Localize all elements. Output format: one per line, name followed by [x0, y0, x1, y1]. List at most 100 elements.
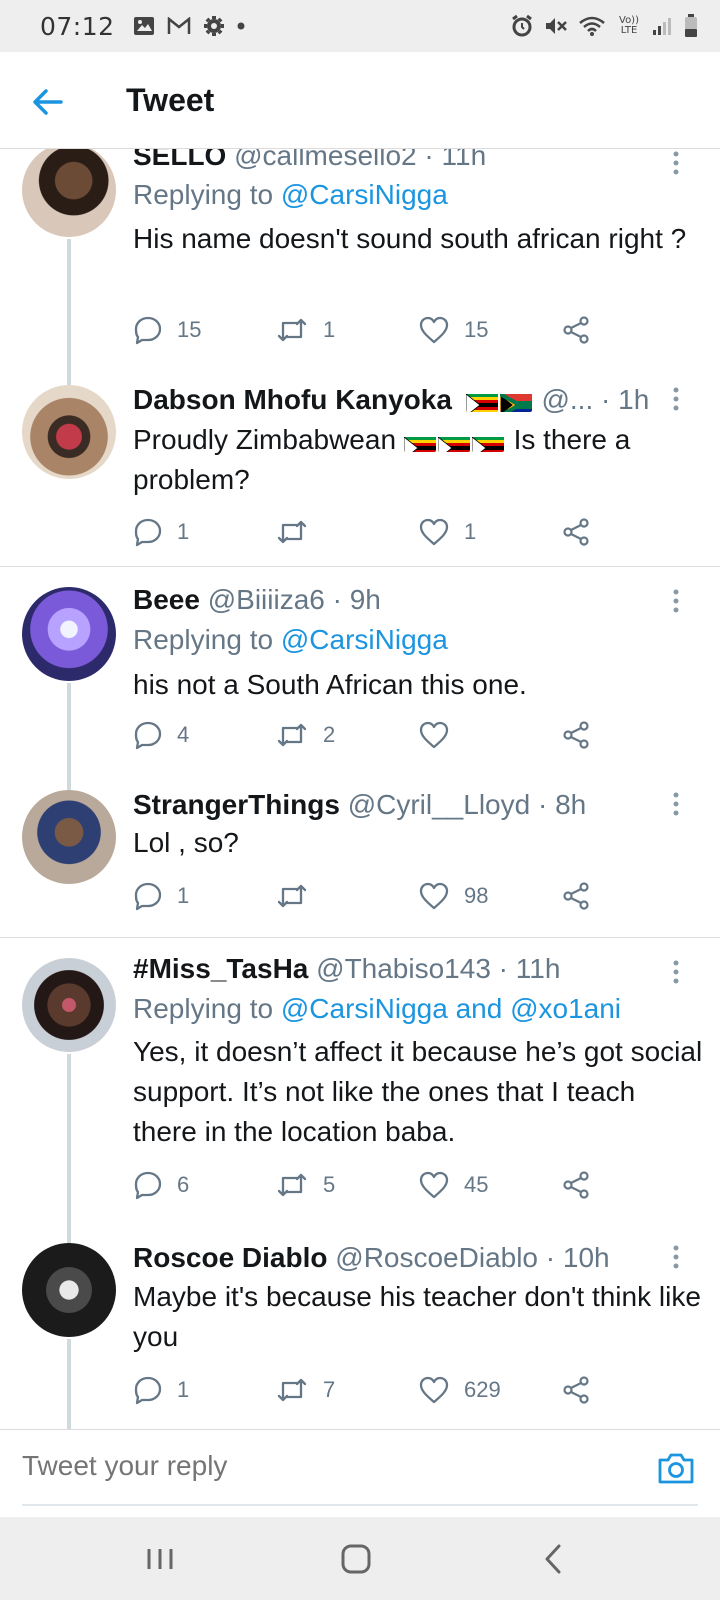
reply-button[interactable]: 15: [133, 313, 201, 347]
tweet-header: #Miss_TasHa @Thabiso143 · 11h: [133, 952, 660, 986]
tweet-item[interactable]: Beee @Biiiiza6 · 9h Replying to @CarsiNi…: [0, 584, 720, 790]
share-icon: [563, 1376, 589, 1404]
reply-button[interactable]: 1: [133, 879, 189, 913]
retweet-button[interactable]: 1: [275, 313, 335, 347]
share-button[interactable]: [561, 879, 591, 913]
gmail-icon: [167, 14, 191, 38]
retweet-button[interactable]: [275, 879, 323, 913]
reply-composer: [0, 1429, 720, 1517]
heart-icon: [419, 316, 449, 344]
display-name[interactable]: StrangerThings: [133, 789, 340, 820]
reply-timeline[interactable]: SELLO @callmesello2 · 11h Replying to @C…: [0, 149, 720, 1429]
input-underline: [22, 1504, 698, 1506]
like-button[interactable]: [418, 718, 464, 752]
like-count: 629: [464, 1377, 501, 1402]
reply-button[interactable]: 6: [133, 1168, 189, 1202]
share-icon: [563, 518, 589, 546]
handle-time: @RoscoeDiablo · 10h: [327, 1242, 610, 1273]
page-title: Tweet: [126, 82, 215, 118]
reply-icon: [134, 1171, 162, 1200]
more-options-icon[interactable]: [670, 1243, 682, 1271]
display-name[interactable]: Beee: [133, 584, 200, 615]
retweet-count: 7: [323, 1377, 336, 1402]
retweet-button[interactable]: 2: [275, 718, 335, 752]
retweet-count: 2: [323, 722, 336, 747]
more-options-icon[interactable]: [670, 149, 682, 177]
avatar[interactable]: [22, 958, 116, 1052]
like-button[interactable]: 1: [418, 515, 476, 549]
like-button[interactable]: 45: [418, 1168, 488, 1202]
handle-time: @Cyril__Lloyd · 8h: [339, 789, 587, 820]
reply-icon: [134, 721, 162, 750]
more-options-icon[interactable]: [670, 587, 682, 615]
avatar[interactable]: [22, 790, 116, 884]
reply-count: 4: [177, 722, 190, 747]
share-icon: [563, 1171, 589, 1199]
like-button[interactable]: 15: [418, 313, 488, 347]
retweet-button[interactable]: 7: [275, 1373, 335, 1407]
share-button[interactable]: [561, 313, 591, 347]
reply-button[interactable]: 1: [133, 1373, 189, 1407]
handle-time: @Biiiiza6 · 9h: [199, 584, 381, 615]
tweet-actions: 6 5 45: [133, 1168, 603, 1202]
share-icon: [563, 316, 589, 344]
camera-icon[interactable]: [656, 1450, 696, 1486]
retweet-button[interactable]: 5: [275, 1168, 335, 1202]
settings-gear-icon: [203, 14, 225, 38]
more-options-icon[interactable]: [670, 790, 682, 818]
more-options-icon[interactable]: [670, 958, 682, 986]
tweet-item[interactable]: SELLO @callmesello2 · 11h Replying to @C…: [0, 149, 720, 385]
tweet-header: Dabson Mhofu Kanyoka @... · 1h: [133, 383, 660, 417]
handle-time: @... · 1h: [533, 384, 650, 415]
heart-icon: [419, 518, 449, 546]
mention-link[interactable]: @CarsiNigga and @xo1ani: [281, 993, 621, 1024]
reply-button[interactable]: 1: [133, 515, 189, 549]
share-button[interactable]: [561, 515, 591, 549]
share-button[interactable]: [561, 1373, 591, 1407]
like-button[interactable]: 629: [418, 1373, 501, 1407]
retweet-button[interactable]: [275, 515, 323, 549]
tweet-header: StrangerThings @Cyril__Lloyd · 8h: [133, 788, 660, 822]
retweet-count: 1: [323, 317, 336, 342]
heart-icon: [419, 1171, 449, 1199]
display-name[interactable]: #Miss_TasHa: [133, 953, 308, 984]
share-button[interactable]: [561, 1168, 591, 1202]
reply-icon: [134, 518, 162, 547]
display-name[interactable]: Dabson Mhofu Kanyoka: [133, 384, 452, 415]
retweet-icon: [277, 1378, 307, 1402]
south-africa-flag-icon: [499, 390, 532, 412]
tweet-item[interactable]: StrangerThings @Cyril__Lloyd · 8h Lol , …: [0, 788, 720, 937]
tweet-reply-input[interactable]: [22, 1450, 618, 1482]
heart-icon: [419, 882, 449, 910]
retweet-count: 5: [323, 1172, 336, 1197]
mention-link[interactable]: @CarsiNigga: [281, 624, 448, 655]
tweet-header: SELLO @callmesello2 · 11h: [133, 149, 660, 173]
tweet-text: Lol , so?: [133, 827, 239, 858]
avatar[interactable]: [22, 149, 116, 237]
share-button[interactable]: [561, 718, 591, 752]
avatar[interactable]: [22, 385, 116, 479]
arrow-left-icon[interactable]: [30, 84, 66, 120]
display-name[interactable]: Roscoe Diablo: [133, 1242, 327, 1273]
tweet-actions: 1 1: [133, 515, 603, 549]
mention-link[interactable]: @CarsiNigga: [281, 179, 448, 210]
thread-line: [67, 1339, 71, 1429]
battery-icon: [684, 14, 698, 38]
reply-button[interactable]: 4: [133, 718, 189, 752]
like-button[interactable]: 98: [418, 879, 488, 913]
tweet-text: His name doesn't sound south african rig…: [133, 223, 687, 254]
avatar[interactable]: [22, 587, 116, 681]
avatar[interactable]: [22, 1243, 116, 1337]
replying-to: Replying to @CarsiNigga: [133, 624, 448, 655]
tweet-item[interactable]: #Miss_TasHa @Thabiso143 · 11h Replying t…: [0, 953, 720, 1243]
tweet-item[interactable]: Dabson Mhofu Kanyoka @... · 1h Proudly Z…: [0, 383, 720, 566]
back-icon[interactable]: [534, 1541, 574, 1577]
handle-time: @Thabiso143 · 11h: [308, 953, 561, 984]
recent-apps-icon[interactable]: [141, 1541, 181, 1577]
display-name[interactable]: SELLO: [133, 149, 226, 171]
tweet-item[interactable]: Roscoe Diablo @RoscoeDiablo · 10h Maybe …: [0, 1242, 720, 1429]
retweet-icon: [277, 318, 307, 342]
signal-icon: [652, 14, 674, 38]
more-options-icon[interactable]: [670, 385, 682, 413]
home-icon[interactable]: [336, 1541, 376, 1577]
